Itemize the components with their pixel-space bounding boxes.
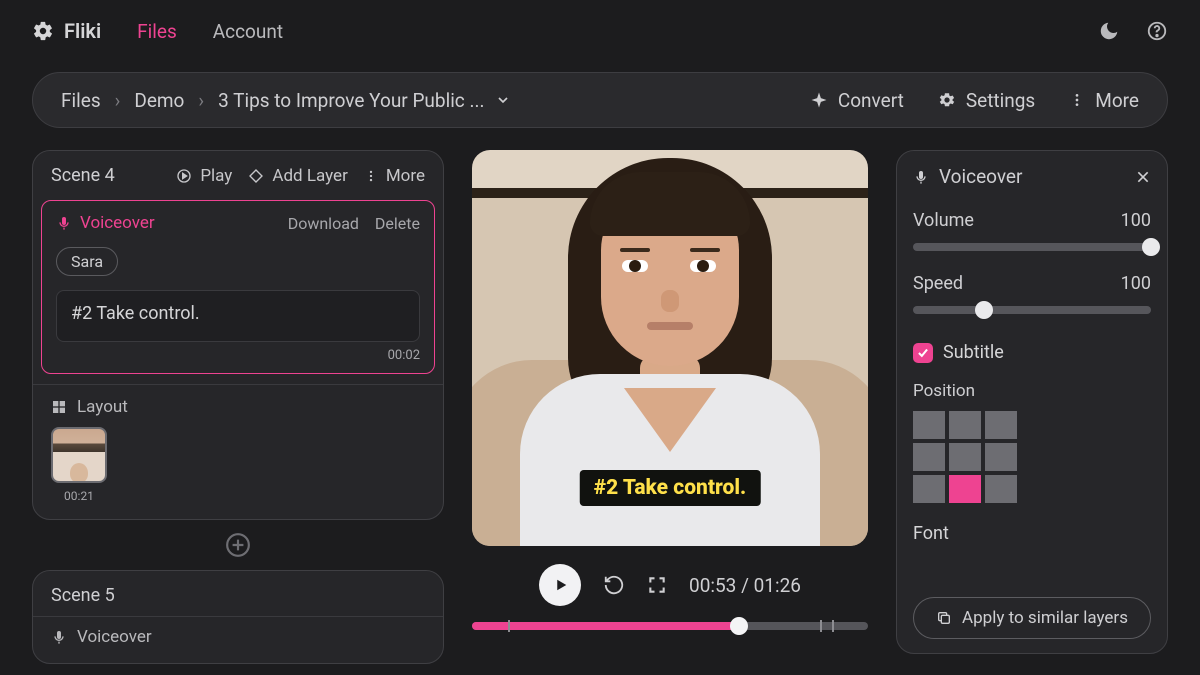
layout-layer[interactable]: Layout 00:21	[33, 384, 443, 519]
settings-button[interactable]: Settings	[938, 89, 1035, 112]
mic-icon	[56, 215, 72, 231]
time-display: 00:53 / 01:26	[689, 574, 801, 597]
crumb-folder[interactable]: Demo	[134, 89, 184, 112]
mic-icon	[913, 169, 929, 185]
scene-4-title: Scene 4	[51, 165, 115, 186]
subtitle-checkbox[interactable]	[913, 343, 933, 363]
pos-top-center[interactable]	[949, 411, 981, 439]
layout-label: Layout	[77, 397, 128, 417]
help-icon[interactable]	[1146, 20, 1168, 42]
volume-value: 100	[1121, 210, 1151, 231]
convert-button[interactable]: Convert	[810, 89, 904, 112]
layout-icon	[51, 399, 67, 415]
scene-more-button[interactable]: More	[364, 166, 425, 186]
volume-slider[interactable]	[913, 243, 1151, 251]
apply-similar-button[interactable]: Apply to similar layers	[913, 597, 1151, 639]
dots-vertical-icon	[1069, 92, 1085, 108]
app-name: Fliki	[64, 19, 101, 43]
voiceover-duration: 00:02	[56, 348, 420, 363]
nav-files[interactable]: Files	[137, 20, 177, 43]
add-layer-button[interactable]: Add Layer	[248, 166, 347, 186]
gear-logo-icon	[32, 20, 54, 42]
mic-icon	[51, 629, 67, 645]
convert-label: Convert	[838, 89, 904, 112]
app-logo: Fliki	[32, 19, 101, 43]
close-panel-button[interactable]	[1135, 169, 1151, 185]
restart-button[interactable]	[603, 574, 625, 596]
dots-vertical-icon	[364, 169, 378, 183]
video-preview[interactable]: #2 Take control.	[472, 150, 868, 546]
breadcrumb-bar: Files › Demo › 3 Tips to Improve Your Pu…	[32, 72, 1168, 128]
fullscreen-icon	[647, 575, 667, 595]
speed-label: Speed	[913, 273, 963, 294]
play-icon	[552, 576, 570, 594]
scene-4-card: Scene 4 Play Add Layer More	[32, 150, 444, 520]
sparkle-icon	[810, 91, 828, 109]
pos-mid-right[interactable]	[985, 443, 1017, 471]
scene-5-card: Scene 5 Voiceover	[32, 570, 444, 664]
layout-thumb-time: 00:21	[51, 489, 107, 503]
pos-top-right[interactable]	[985, 411, 1017, 439]
chevron-right-icon: ›	[115, 89, 121, 112]
close-icon	[1135, 169, 1151, 185]
pos-mid-center[interactable]	[949, 443, 981, 471]
chevron-down-icon[interactable]	[495, 92, 511, 108]
more-label: More	[1095, 89, 1139, 112]
voiceover-panel: Voiceover Volume 100 Speed 100 Subtitle	[896, 150, 1168, 654]
voice-chip[interactable]: Sara	[56, 247, 118, 276]
voiceover-text-input[interactable]: #2 Take control.	[56, 290, 420, 342]
play-button[interactable]	[539, 564, 581, 606]
layout-thumbnail[interactable]	[51, 427, 107, 483]
plus-circle-icon	[225, 532, 251, 558]
pos-bot-left[interactable]	[913, 475, 945, 503]
position-label: Position	[913, 381, 1151, 401]
settings-label: Settings	[966, 89, 1035, 112]
add-scene-button[interactable]	[225, 532, 251, 558]
video-subtitle: #2 Take control.	[580, 470, 761, 506]
gear-icon	[938, 91, 956, 109]
check-icon	[916, 346, 930, 360]
progress-thumb[interactable]	[730, 617, 748, 635]
nav-account[interactable]: Account	[213, 20, 283, 43]
speed-slider[interactable]	[913, 306, 1151, 314]
restart-icon	[603, 574, 625, 596]
crumb-title[interactable]: 3 Tips to Improve Your Public ...	[218, 89, 484, 112]
font-label: Font	[913, 523, 1151, 544]
subtitle-label: Subtitle	[943, 342, 1004, 363]
position-grid	[913, 411, 1151, 503]
pos-mid-left[interactable]	[913, 443, 945, 471]
voiceover-download[interactable]: Download	[288, 214, 359, 233]
scene-5-title: Scene 5	[51, 585, 115, 606]
pos-bot-right[interactable]	[985, 475, 1017, 503]
voiceover-layer[interactable]: Voiceover Download Delete Sara #2 Take c…	[41, 200, 435, 374]
volume-label: Volume	[913, 210, 974, 231]
panel-title: Voiceover	[939, 165, 1022, 188]
diamond-icon	[248, 168, 264, 184]
voiceover-delete[interactable]: Delete	[375, 214, 420, 233]
scene-play-button[interactable]: Play	[176, 166, 232, 186]
theme-toggle-icon[interactable]	[1098, 20, 1120, 42]
fullscreen-button[interactable]	[647, 575, 667, 595]
chevron-right-icon: ›	[198, 89, 204, 112]
play-icon	[176, 168, 192, 184]
more-button[interactable]: More	[1069, 89, 1139, 112]
copy-icon	[936, 610, 952, 626]
voiceover-title: Voiceover	[80, 213, 155, 233]
speed-value: 100	[1121, 273, 1151, 294]
scene5-voiceover-layer[interactable]: Voiceover	[33, 616, 443, 663]
crumb-root[interactable]: Files	[61, 89, 101, 112]
progress-bar[interactable]	[472, 622, 868, 630]
pos-top-left[interactable]	[913, 411, 945, 439]
pos-bot-center[interactable]	[949, 475, 981, 503]
